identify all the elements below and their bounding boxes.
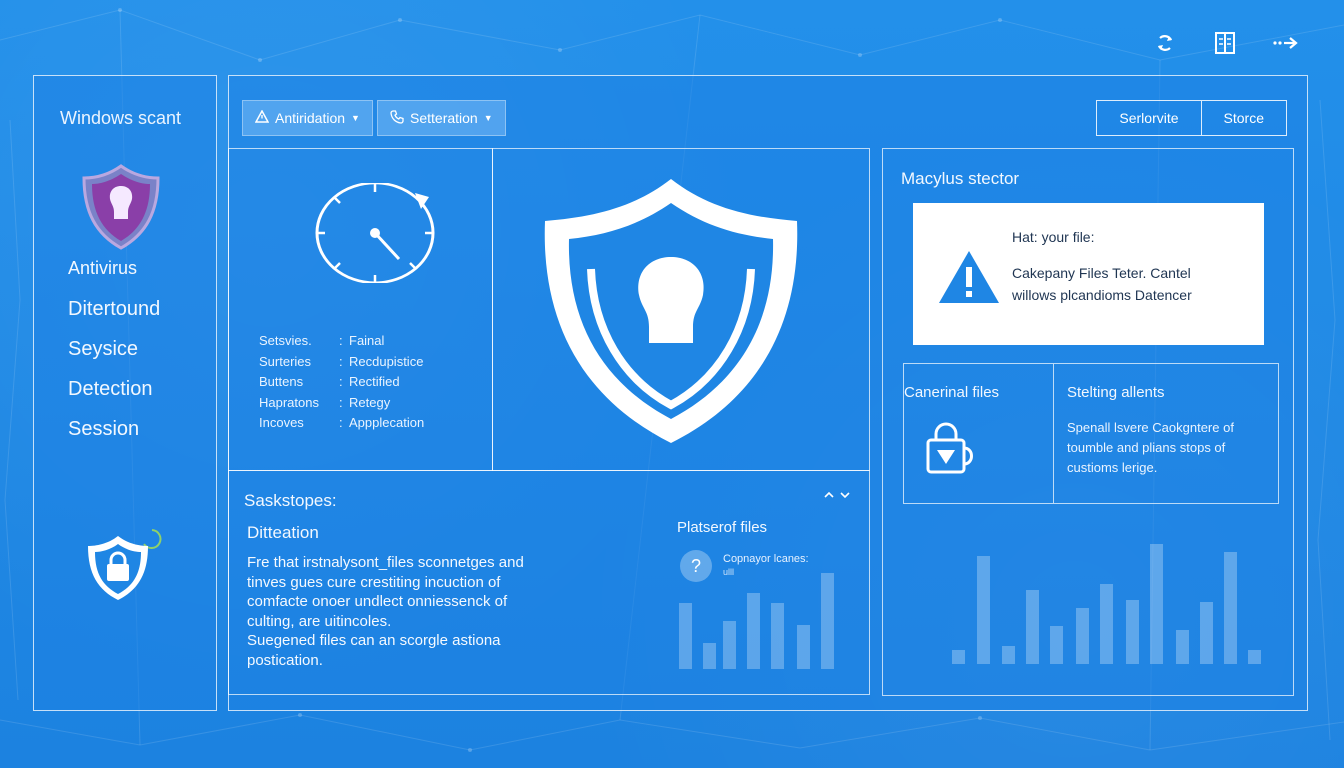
top-toolbar [1152,30,1298,56]
shield-lock-icon [82,524,166,609]
file-alert-card[interactable]: Hat: your file: Cakepany Files Teter. Ca… [913,203,1264,345]
sidebar-item-antivirus[interactable]: Antivirus [68,258,160,284]
detector-title: Macylus stector [901,169,1020,188]
sidebar-item-seysice[interactable]: Seysice [68,338,160,364]
sidebar-item-detection[interactable]: Detection [68,378,160,404]
sidebar-title: Windows scant [60,108,182,128]
files-chart-title: Platserof files [677,519,768,536]
info-row: Surteries: Recdupistice [259,353,424,369]
status-info-box: Setsvies.: Fainal Surteries: Recdupistice … [228,148,493,471]
info-row: Setsvies.: Fainal [259,333,385,348]
divider [1053,364,1054,503]
collapse-toggle[interactable] [823,489,853,504]
detection-details-box: Saskstopes: Ditteation Fre that irstnaly… [228,470,870,695]
files-bar-chart [679,573,834,669]
chevron-down-icon: ▼ [483,113,493,123]
book-icon[interactable] [1212,30,1238,56]
card-title-stelting: Stelting allents [1067,384,1165,401]
description-text: Fre that irstnalysont_files sconnetges a… [247,554,524,669]
sidebar-item-ditertound[interactable]: Ditertound [68,298,160,324]
alerts-bar-chart [952,544,1261,664]
purple-shield-icon [80,162,162,257]
large-shield-icon [539,173,803,453]
alert-heading: Hat: your file: [1012,229,1095,245]
chevron-up-down-icon [824,491,850,499]
files-alerts-box: Canerinal files Stelting allents Spenall… [903,363,1279,504]
card-description: Spenall lsvere Caokgntere of toumble and… [1067,420,1234,475]
refresh-icon[interactable] [1152,30,1178,56]
segment-storce[interactable]: Storce [1200,101,1286,135]
forward-arrow-icon[interactable] [1272,30,1298,56]
card-title-canerinal: Canerinal files [904,384,1000,401]
sidebar-item-session[interactable]: Session [68,418,160,444]
info-row: Hapratons: Retegy [259,394,391,410]
sidebar-nav: Antivirus Ditertound Seysice Detection S… [68,258,160,458]
info-list: Setsvies.: Fainal Surteries: Recdupistice … [259,333,424,436]
alert-line-1: Cakepany Files Teter. Cantel [1012,265,1191,281]
lock-cup-icon [924,420,976,479]
chevron-down-icon: ▼ [351,113,360,123]
shield-display-box [492,148,870,471]
sidebar: Windows scant Antivirus Ditertound Seysi… [33,75,217,711]
section-heading: Saskstopes: [244,491,337,510]
files-chart-caption: Copnayor lcanes: [723,553,809,565]
section-subheading: Ditteation [247,523,319,542]
clock-icon [315,181,437,288]
alert-line-2: willows plcandioms Datencer [1012,287,1192,303]
antiridation-dropdown[interactable]: Antiridation ▼ [242,100,373,136]
info-row: Incoves: Appplecation [259,415,425,430]
info-row: Buttens: Rectified [259,374,400,389]
warning-icon [254,109,270,126]
phone-icon [390,109,404,127]
segment-serlorvite[interactable]: Serlorvite [1097,101,1200,135]
setteration-dropdown[interactable]: Setteration ▼ [377,100,506,136]
view-segmented-control: Serlorvite Storce [1096,100,1287,136]
warning-triangle-icon [937,249,1001,310]
